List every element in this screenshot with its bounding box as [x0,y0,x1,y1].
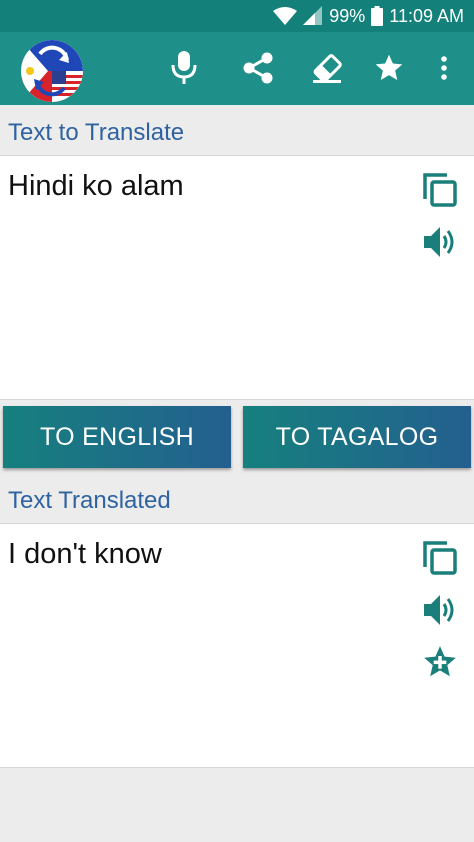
copy-output-button[interactable] [420,538,460,578]
speaker-icon [424,595,454,625]
share-button[interactable] [236,46,280,90]
output-text: I don't know [8,538,162,570]
clock: 11:09 AM [389,5,464,26]
speak-output-button[interactable] [420,590,460,630]
status-indicators: 99% 11:09 AM [273,0,464,32]
output-section-header: Text Translated [0,475,474,523]
input-text[interactable]: Hindi ko alam [8,170,184,203]
battery-percent: 99% [329,5,366,26]
status-bar: 99% 11:09 AM [0,0,474,32]
battery-icon [371,6,384,26]
to-english-button[interactable]: TO ENGLISH [3,406,231,468]
favorites-button[interactable] [367,46,411,90]
copy-input-button[interactable] [420,170,460,210]
input-section-header: Text to Translate [0,107,474,155]
star-icon [375,54,403,80]
output-section-title: Text Translated [8,487,171,514]
to-tagalog-button[interactable]: TO TAGALOG [243,406,471,468]
microphone-button[interactable] [162,46,206,90]
app-bar [0,32,474,105]
input-text-panel[interactable]: Hindi ko alam [0,155,474,400]
signal-icon [303,6,323,25]
share-icon [243,52,273,84]
microphone-icon [171,51,197,84]
speaker-icon [424,227,454,257]
input-section-title: Text to Translate [8,119,185,146]
more-vert-icon [441,56,447,80]
clear-button[interactable] [305,46,349,90]
output-text-panel: I don't know [0,523,474,768]
more-options-button[interactable] [422,46,466,90]
app-logo [21,40,83,102]
copy-icon [423,173,457,207]
copy-icon [423,541,457,575]
eraser-icon [313,54,342,83]
wifi-icon [273,7,298,25]
star-add-icon [424,646,456,677]
add-favorite-button[interactable] [420,642,460,682]
speak-input-button[interactable] [420,222,460,262]
